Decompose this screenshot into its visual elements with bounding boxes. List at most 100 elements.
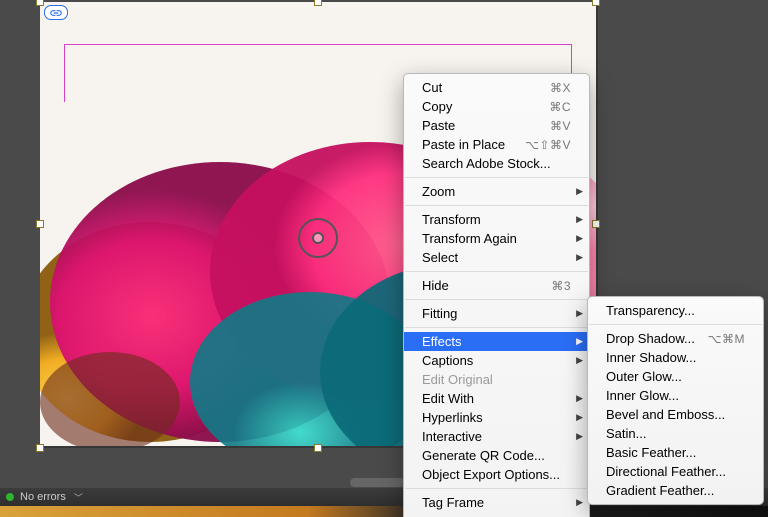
- menu-item-label: Search Adobe Stock...: [422, 156, 571, 171]
- preflight-status-text: No errors: [20, 491, 66, 503]
- menu-item-label: Satin...: [606, 426, 745, 441]
- menu-item-label: Interactive: [422, 429, 571, 444]
- submenu-arrow-icon: ▶: [576, 355, 583, 366]
- menu-item-select[interactable]: Select ▶: [404, 248, 589, 267]
- selection-handle[interactable]: [592, 220, 600, 228]
- menu-item-inner-glow[interactable]: Inner Glow...: [588, 386, 763, 405]
- menu-item-label: Basic Feather...: [606, 445, 745, 460]
- menu-item-shortcut: ⌥⇧⌘V: [525, 138, 571, 152]
- menu-item-search-adobe-stock[interactable]: Search Adobe Stock...: [404, 154, 589, 173]
- menu-item-bevel-and-emboss[interactable]: Bevel and Emboss...: [588, 405, 763, 424]
- menu-item-edit-with[interactable]: Edit With ▶: [404, 389, 589, 408]
- effects-submenu[interactable]: Transparency... Drop Shadow...⌥⌘M Inner Sh…: [587, 296, 764, 505]
- menu-item-drop-shadow[interactable]: Drop Shadow...⌥⌘M: [588, 329, 763, 348]
- menu-item-basic-feather[interactable]: Basic Feather...: [588, 443, 763, 462]
- menu-item-transform[interactable]: Transform ▶: [404, 210, 589, 229]
- menu-item-object-export-options[interactable]: Object Export Options...: [404, 465, 589, 484]
- menu-item-paste-in-place[interactable]: Paste in Place⌥⇧⌘V: [404, 135, 589, 154]
- menu-separator: [405, 271, 588, 272]
- horizontal-scrollbar[interactable]: [350, 478, 405, 487]
- submenu-arrow-icon: ▶: [576, 336, 583, 347]
- menu-separator: [589, 324, 762, 325]
- content-grabber-center-icon: [312, 232, 324, 244]
- submenu-arrow-icon: ▶: [576, 308, 583, 319]
- menu-item-label: Inner Glow...: [606, 388, 745, 403]
- submenu-arrow-icon: ▶: [576, 186, 583, 197]
- menu-item-hide[interactable]: Hide⌘3: [404, 276, 589, 295]
- menu-item-gradient-feather[interactable]: Gradient Feather...: [588, 481, 763, 500]
- menu-item-inner-shadow[interactable]: Inner Shadow...: [588, 348, 763, 367]
- menu-item-label: Zoom: [422, 184, 571, 199]
- menu-item-satin[interactable]: Satin...: [588, 424, 763, 443]
- menu-item-label: Select: [422, 250, 571, 265]
- menu-item-label: Directional Feather...: [606, 464, 745, 479]
- menu-item-label: Generate QR Code...: [422, 448, 571, 463]
- menu-item-edit-original: Edit Original: [404, 370, 589, 389]
- menu-item-label: Effects: [422, 334, 571, 349]
- menu-item-captions[interactable]: Captions ▶: [404, 351, 589, 370]
- menu-separator: [405, 205, 588, 206]
- preflight-status-icon: [6, 493, 14, 501]
- selection-handle[interactable]: [314, 0, 322, 6]
- menu-item-label: Tag Frame: [422, 495, 571, 510]
- menu-item-paste[interactable]: Paste⌘V: [404, 116, 589, 135]
- menu-item-fitting[interactable]: Fitting ▶: [404, 304, 589, 323]
- selection-handle[interactable]: [314, 444, 322, 452]
- link-badge-icon[interactable]: [44, 5, 68, 20]
- menu-item-shortcut: ⌥⌘M: [708, 332, 745, 346]
- menu-item-transparency[interactable]: Transparency...: [588, 301, 763, 320]
- selection-handle[interactable]: [36, 0, 44, 6]
- menu-item-label: Hyperlinks: [422, 410, 571, 425]
- menu-item-label: Captions: [422, 353, 571, 368]
- submenu-arrow-icon: ▶: [576, 393, 583, 404]
- submenu-arrow-icon: ▶: [576, 233, 583, 244]
- menu-item-label: Copy: [422, 99, 549, 114]
- menu-item-zoom[interactable]: Zoom ▶: [404, 182, 589, 201]
- menu-item-label: Cut: [422, 80, 550, 95]
- selection-handle[interactable]: [36, 220, 44, 228]
- preflight-menu-chevron-icon[interactable]: ﹀: [74, 491, 83, 504]
- menu-item-generate-qr-code[interactable]: Generate QR Code...: [404, 446, 589, 465]
- menu-item-label: Gradient Feather...: [606, 483, 745, 498]
- menu-item-label: Inner Shadow...: [606, 350, 745, 365]
- menu-item-label: Object Export Options...: [422, 467, 571, 482]
- menu-item-label: Outer Glow...: [606, 369, 745, 384]
- menu-separator: [405, 327, 588, 328]
- menu-item-outer-glow[interactable]: Outer Glow...: [588, 367, 763, 386]
- submenu-arrow-icon: ▶: [576, 412, 583, 423]
- menu-item-directional-feather[interactable]: Directional Feather...: [588, 462, 763, 481]
- menu-item-label: Paste: [422, 118, 550, 133]
- menu-item-shortcut: ⌘C: [549, 100, 571, 114]
- menu-separator: [405, 177, 588, 178]
- menu-item-shortcut: ⌘3: [551, 279, 571, 293]
- selection-handle[interactable]: [36, 444, 44, 452]
- menu-item-label: Drop Shadow...: [606, 331, 708, 346]
- menu-item-interactive[interactable]: Interactive ▶: [404, 427, 589, 446]
- menu-item-cut[interactable]: Cut⌘X: [404, 78, 589, 97]
- menu-item-label: Transform: [422, 212, 571, 227]
- submenu-arrow-icon: ▶: [576, 497, 583, 508]
- menu-item-tag-frame[interactable]: Tag Frame ▶: [404, 493, 589, 512]
- menu-item-hyperlinks[interactable]: Hyperlinks ▶: [404, 408, 589, 427]
- menu-item-label: Edit Original: [422, 372, 571, 387]
- context-menu[interactable]: Cut⌘XCopy⌘CPaste⌘VPaste in Place⌥⇧⌘VSear…: [403, 73, 590, 517]
- menu-item-label: Edit With: [422, 391, 571, 406]
- submenu-arrow-icon: ▶: [576, 214, 583, 225]
- submenu-arrow-icon: ▶: [576, 252, 583, 263]
- menu-separator: [405, 299, 588, 300]
- menu-item-label: Transparency...: [606, 303, 745, 318]
- menu-item-label: Bevel and Emboss...: [606, 407, 745, 422]
- menu-item-label: Paste in Place: [422, 137, 525, 152]
- selection-handle[interactable]: [592, 0, 600, 6]
- submenu-arrow-icon: ▶: [576, 431, 583, 442]
- menu-item-copy[interactable]: Copy⌘C: [404, 97, 589, 116]
- dock-strip: [0, 506, 768, 517]
- menu-item-label: Fitting: [422, 306, 571, 321]
- menu-separator: [405, 488, 588, 489]
- menu-item-shortcut: ⌘V: [550, 119, 571, 133]
- menu-item-label: Hide: [422, 278, 551, 293]
- menu-item-transform-again[interactable]: Transform Again▶: [404, 229, 589, 248]
- menu-item-effects[interactable]: Effects ▶: [404, 332, 589, 351]
- menu-item-shortcut: ⌘X: [550, 81, 571, 95]
- menu-item-autotag[interactable]: Autotag: [404, 512, 589, 517]
